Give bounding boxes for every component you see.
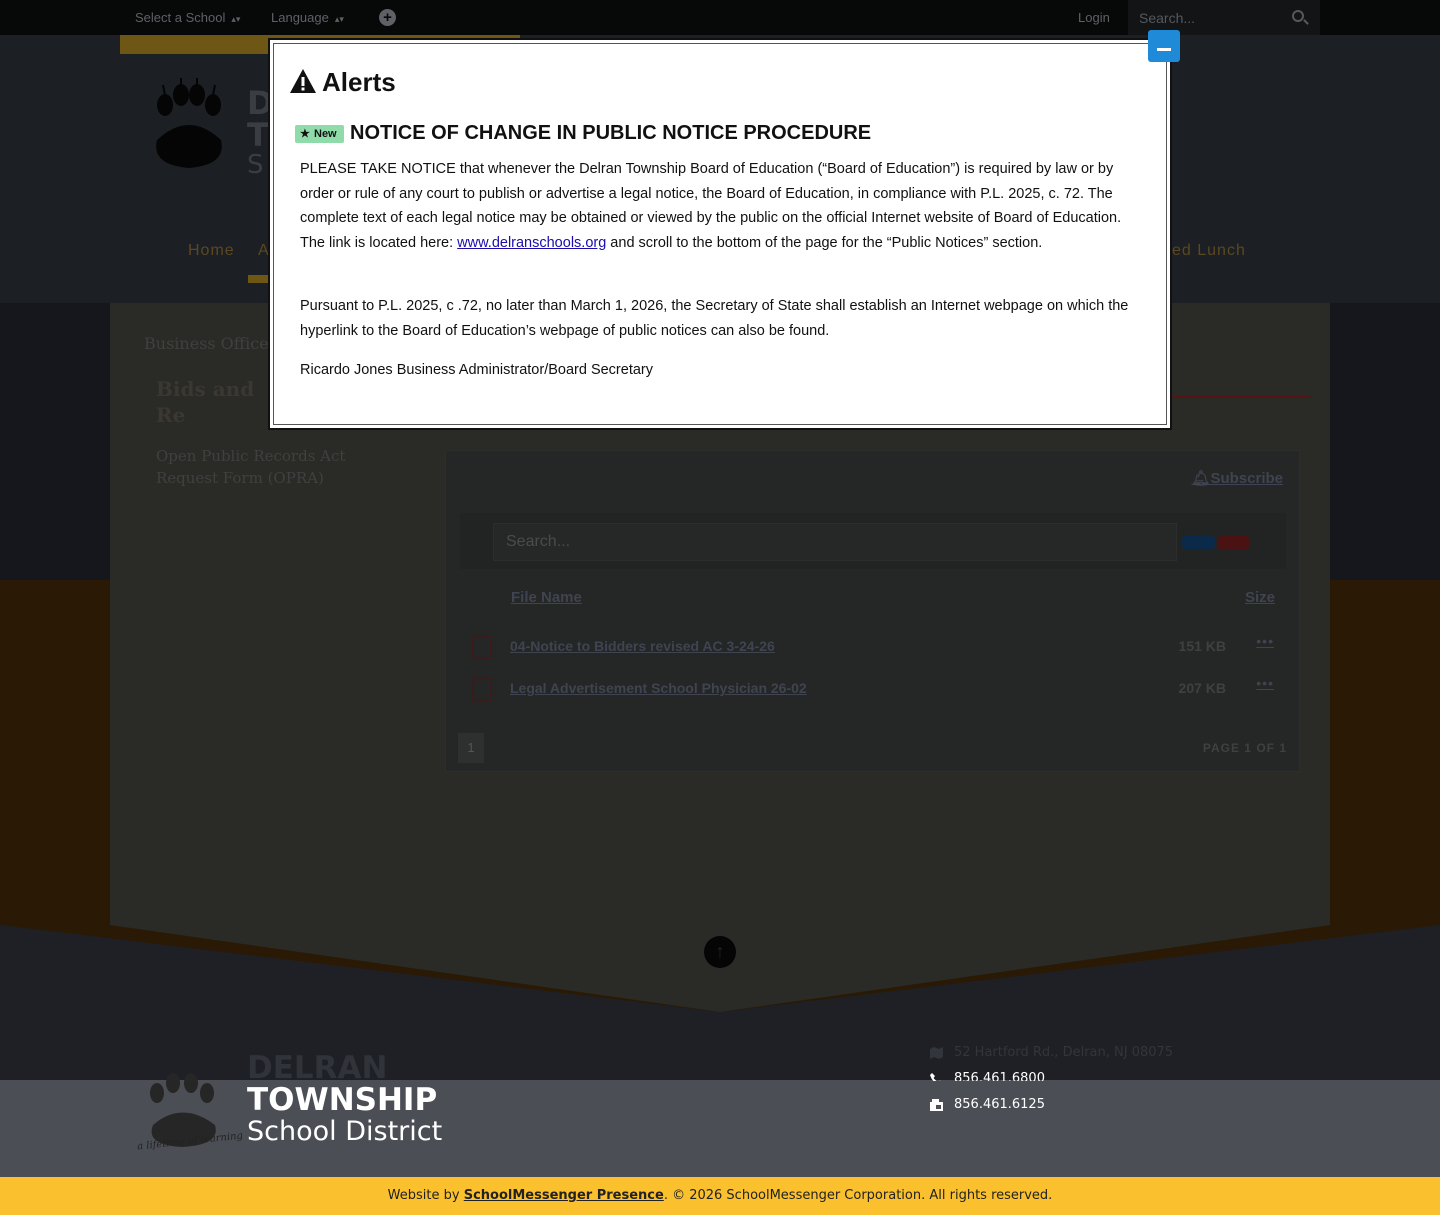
subscribe-label: Subscribe [1210,470,1283,487]
language-label: Language [271,10,329,25]
top-bar: Select a School ▴▾ Language ▴▾ + Login [0,0,1440,35]
pdf-file-icon [472,635,492,659]
select-school-dropdown[interactable]: Select a School ▴▾ [135,10,240,25]
copyright-suffix: . © 2026 SchoolMessenger Corporation. Al… [663,1188,1053,1203]
footer-phone-text: 856.461.6800 [954,1071,1045,1081]
footer-district-township: TOWNSHIP [247,1082,438,1118]
header-title-letter: S [247,150,264,180]
file-search-row [460,513,1286,569]
notice-paragraph: Pursuant to P.L. 2025, c .72, no later t… [300,298,1129,339]
star-icon: ★ [300,128,310,140]
bell-icon: 🔔︎ [1191,470,1211,487]
file-library: 🔔︎Subscribe File Name Size 04-Notice to … [445,450,1300,772]
footer-district-subtitle: School District [247,1116,443,1147]
column-header-size[interactable]: Size [1245,589,1275,606]
file-clear-button[interactable] [1217,536,1250,549]
new-badge-label: New [314,128,337,140]
copyright-bar: Website by SchoolMessenger Presence. © 2… [0,1177,1440,1215]
page-number-button[interactable]: 1 [458,733,484,763]
table-row: 04-Notice to Bidders revised AC 3-24-26 … [460,627,1286,667]
file-search-button[interactable] [1182,536,1215,549]
district-logo[interactable] [135,70,240,190]
dropdown-caret-icon: ▴▾ [231,14,241,24]
breadcrumb[interactable]: Business Office [144,334,269,353]
footer-fax[interactable]: 856.461.6125 [930,1097,1045,1112]
fax-icon [930,1098,943,1111]
footer-fax-text: 856.461.6125 [954,1097,1045,1112]
file-search-input[interactable] [493,523,1177,561]
footer-address-text: 52 Hartford Rd., Delran, NJ 08075 [954,1045,1174,1060]
notice-title: NOTICE OF CHANGE IN PUBLIC NOTICE PROCED… [350,122,872,144]
notice-signature: Ricardo Jones Business Administrator/Boa… [300,362,653,378]
notice-paragraph: PLEASE TAKE NOTICE that whenever the Del… [300,157,1145,255]
copyright-prefix: Website by [387,1188,464,1203]
more-options-button[interactable]: ••• [1256,633,1274,649]
warning-icon [290,69,316,93]
map-icon [930,1046,943,1059]
table-row: Legal Advertisement School Physician 26-… [460,669,1286,709]
delranschools-link[interactable]: www.delranschools.org [457,235,606,251]
plus-circle-icon[interactable]: + [379,9,396,26]
notice-paragraph-text: and scroll to the bottom of the page for… [606,234,1043,251]
minimize-button[interactable] [1148,30,1180,62]
sidebar-page-title: Bids and Re Proposals [156,377,255,427]
pdf-file-icon [472,677,492,701]
section-divider [1172,396,1310,398]
file-name-link[interactable]: 04-Notice to Bidders revised AC 3-24-26 [510,638,775,654]
login-link[interactable]: Login [1078,10,1110,25]
footer-phone[interactable]: 856.461.6800 [930,1071,1045,1081]
file-size: 207 KB [1178,680,1226,696]
minimize-icon [1157,48,1171,51]
subscribe-link[interactable]: 🔔︎Subscribe [1191,469,1283,487]
schoolmessenger-link[interactable]: SchoolMessenger Presence [464,1188,664,1203]
footer-address[interactable]: 52 Hartford Rd., Delran, NJ 08075 [930,1045,1173,1060]
nav-item-home[interactable]: Home [188,242,235,260]
page-info: PAGE 1 OF 1 [1202,741,1287,755]
sidebar-item-opra[interactable]: Open Public Records Act Request Form (OP… [156,445,396,489]
select-school-label: Select a School [135,10,226,25]
phone-icon [930,1072,941,1081]
new-badge: ★ New [295,125,344,143]
nav-item-lunch[interactable]: ed Lunch [1172,242,1246,260]
column-header-file-name[interactable]: File Name [511,589,582,606]
footer-district-name: DELRAN [247,1050,388,1086]
nav-active-indicator [248,275,268,283]
header-title-letter: T [247,116,269,154]
scroll-to-top-button[interactable]: ↑ [704,936,736,968]
file-name-link[interactable]: Legal Advertisement School Physician 26-… [510,680,807,696]
more-options-button[interactable]: ••• [1256,675,1274,691]
modal-title: Alerts [322,67,396,97]
search-icon[interactable] [1292,10,1304,22]
dropdown-caret-icon: ▴▾ [334,14,344,24]
language-dropdown[interactable]: Language ▴▾ [271,10,344,25]
file-size: 151 KB [1178,638,1226,654]
